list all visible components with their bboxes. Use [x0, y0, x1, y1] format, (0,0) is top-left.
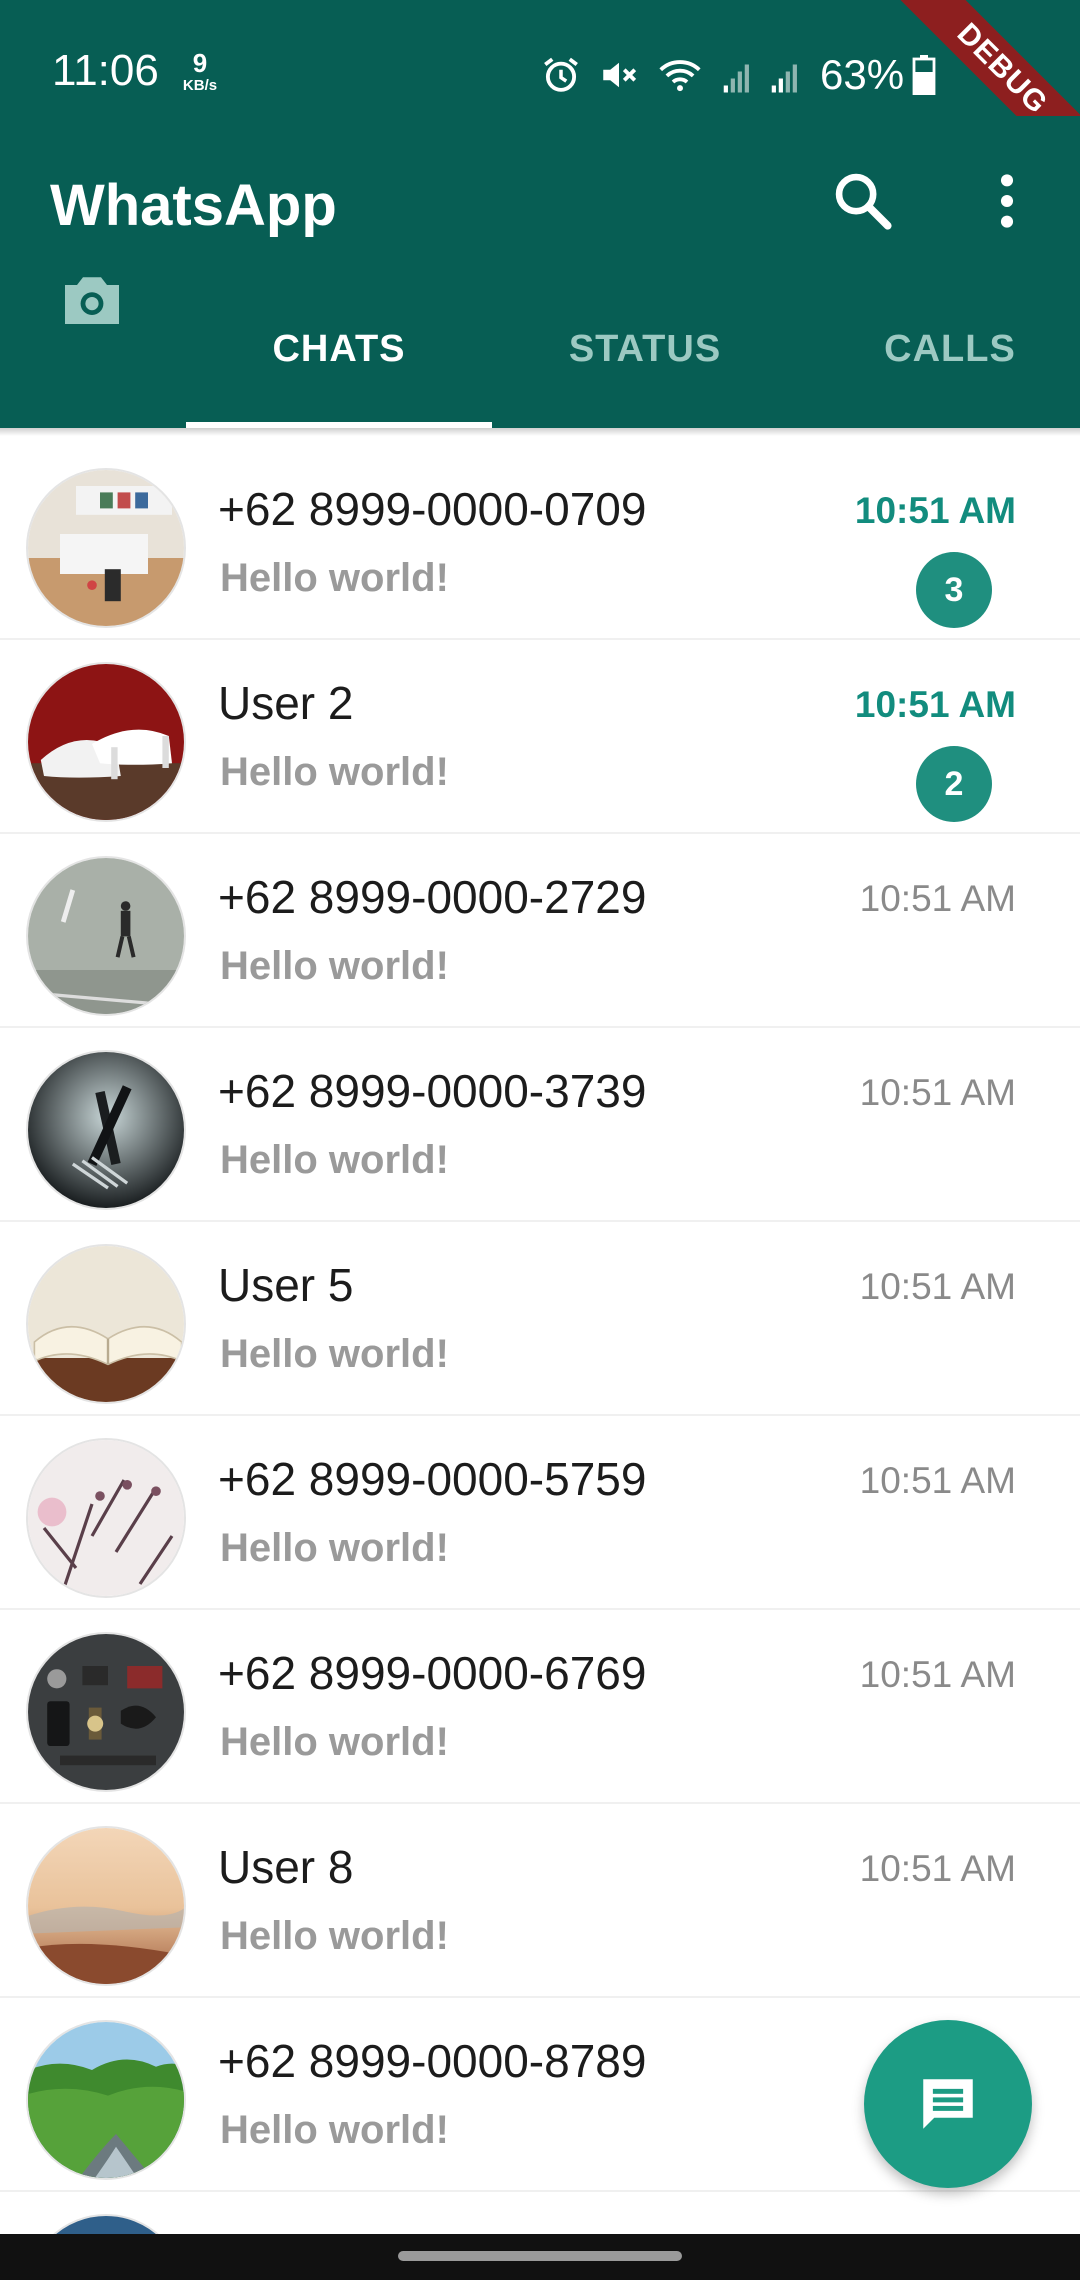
- chat-row[interactable]: User 2 Hello world! 10:51 AM 2: [0, 640, 1080, 834]
- avatar[interactable]: [26, 662, 186, 822]
- mute-icon: [603, 62, 637, 88]
- unread-count-badge: 2: [916, 746, 992, 822]
- avatar[interactable]: [26, 1438, 186, 1598]
- avatar[interactable]: [26, 1826, 186, 1986]
- chat-row[interactable]: +62 8999-0000-6769 Hello world! 10:51 AM: [0, 1610, 1080, 1804]
- chat-row[interactable]: +62 8999-0000-5759 Hello world! 10:51 AM: [0, 1416, 1080, 1610]
- home-gesture-handle[interactable]: [398, 2251, 682, 2261]
- search-button[interactable]: [830, 168, 896, 234]
- new-chat-fab[interactable]: [864, 2020, 1032, 2188]
- message-time: 10:51 AM: [854, 684, 1016, 725]
- status-icons: 63%: [540, 50, 952, 100]
- unread-count-badge: 3: [916, 552, 992, 628]
- message-time: 10:51 AM: [859, 878, 1016, 919]
- contact-name: User 5: [218, 1259, 354, 1311]
- message-time: 10:51 AM: [859, 1072, 1016, 1113]
- message-time: 10:51 AM: [859, 1654, 1016, 1695]
- contact-name: +62 8999-0000-8789: [218, 2035, 647, 2087]
- chat-row[interactable]: +62 8999-0000-0709 Hello world! 10:51 AM…: [0, 446, 1080, 640]
- last-message: Hello world!: [220, 1526, 449, 1570]
- last-message: Hello world!: [220, 750, 449, 794]
- avatar[interactable]: [26, 1244, 186, 1404]
- contact-name: +62 8999-0000-3739: [218, 1065, 647, 1117]
- net-speed: 9 KB/s: [178, 50, 222, 93]
- app-bar-shadow: [0, 428, 1080, 436]
- message-time: 10:51 AM: [859, 1460, 1016, 1501]
- app-title: WhatsApp: [50, 173, 337, 238]
- tab-status[interactable]: STATUS: [492, 328, 798, 388]
- contact-name: +62 8999-0000-2729: [218, 871, 647, 923]
- last-message: Hello world!: [220, 1720, 449, 1764]
- contact-name: +62 8999-0000-6769: [218, 1647, 647, 1699]
- message-icon: [923, 2079, 973, 2129]
- net-speed-unit: KB/s: [182, 77, 218, 94]
- more-vert-icon: [1000, 174, 1014, 228]
- chat-row[interactable]: +62 8999-0000-2729 Hello world! 10:51 AM: [0, 834, 1080, 1028]
- contact-name: User 2: [218, 677, 354, 729]
- tab-calls[interactable]: CALLS: [798, 328, 1080, 388]
- signal-icon: [723, 64, 749, 93]
- search-icon: [835, 173, 892, 230]
- battery-percentage: 63%: [820, 51, 905, 98]
- last-message: Hello world!: [220, 1914, 449, 1958]
- contact-name: +62 8999-0000-0709: [218, 483, 647, 535]
- last-message: Hello world!: [220, 2108, 449, 2152]
- camera-icon: [65, 277, 119, 324]
- message-time: 10:51 AM: [854, 490, 1016, 531]
- last-message: Hello world!: [220, 1138, 449, 1182]
- message-time: 10:51 AM: [859, 1848, 1016, 1889]
- wifi-icon: [659, 60, 701, 92]
- avatar[interactable]: [26, 1632, 186, 1792]
- contact-name: +62 8999-0000-5759: [218, 1453, 647, 1505]
- chat-row[interactable]: User 5 Hello world! 10:51 AM: [0, 1222, 1080, 1416]
- last-message: Hello world!: [220, 1332, 449, 1376]
- app-bar: WhatsApp CHATS STATUS CALLS: [0, 116, 1080, 428]
- avatar[interactable]: [26, 1050, 186, 1210]
- status-time: 11:06: [52, 46, 159, 95]
- tab-camera[interactable]: [56, 264, 128, 336]
- alarm-icon: [544, 57, 578, 92]
- contact-name: User 8: [218, 1841, 354, 1893]
- net-speed-value: 9: [192, 48, 208, 78]
- avatar[interactable]: [26, 2020, 186, 2180]
- chat-row[interactable]: +62 8999-0000-3739 Hello world! 10:51 AM: [0, 1028, 1080, 1222]
- chat-row[interactable]: User 8 Hello world! 10:51 AM: [0, 1804, 1080, 1998]
- signal-icon: [771, 64, 797, 93]
- avatar[interactable]: [26, 856, 186, 1016]
- message-time: 10:51 AM: [859, 1266, 1016, 1307]
- battery-icon: [912, 55, 936, 95]
- system-nav-bar: [0, 2234, 1080, 2280]
- last-message: Hello world!: [220, 944, 449, 988]
- tab-chats[interactable]: CHATS: [186, 328, 492, 388]
- more-options-button[interactable]: [985, 168, 1029, 234]
- last-message: Hello world!: [220, 556, 449, 600]
- avatar[interactable]: [26, 468, 186, 628]
